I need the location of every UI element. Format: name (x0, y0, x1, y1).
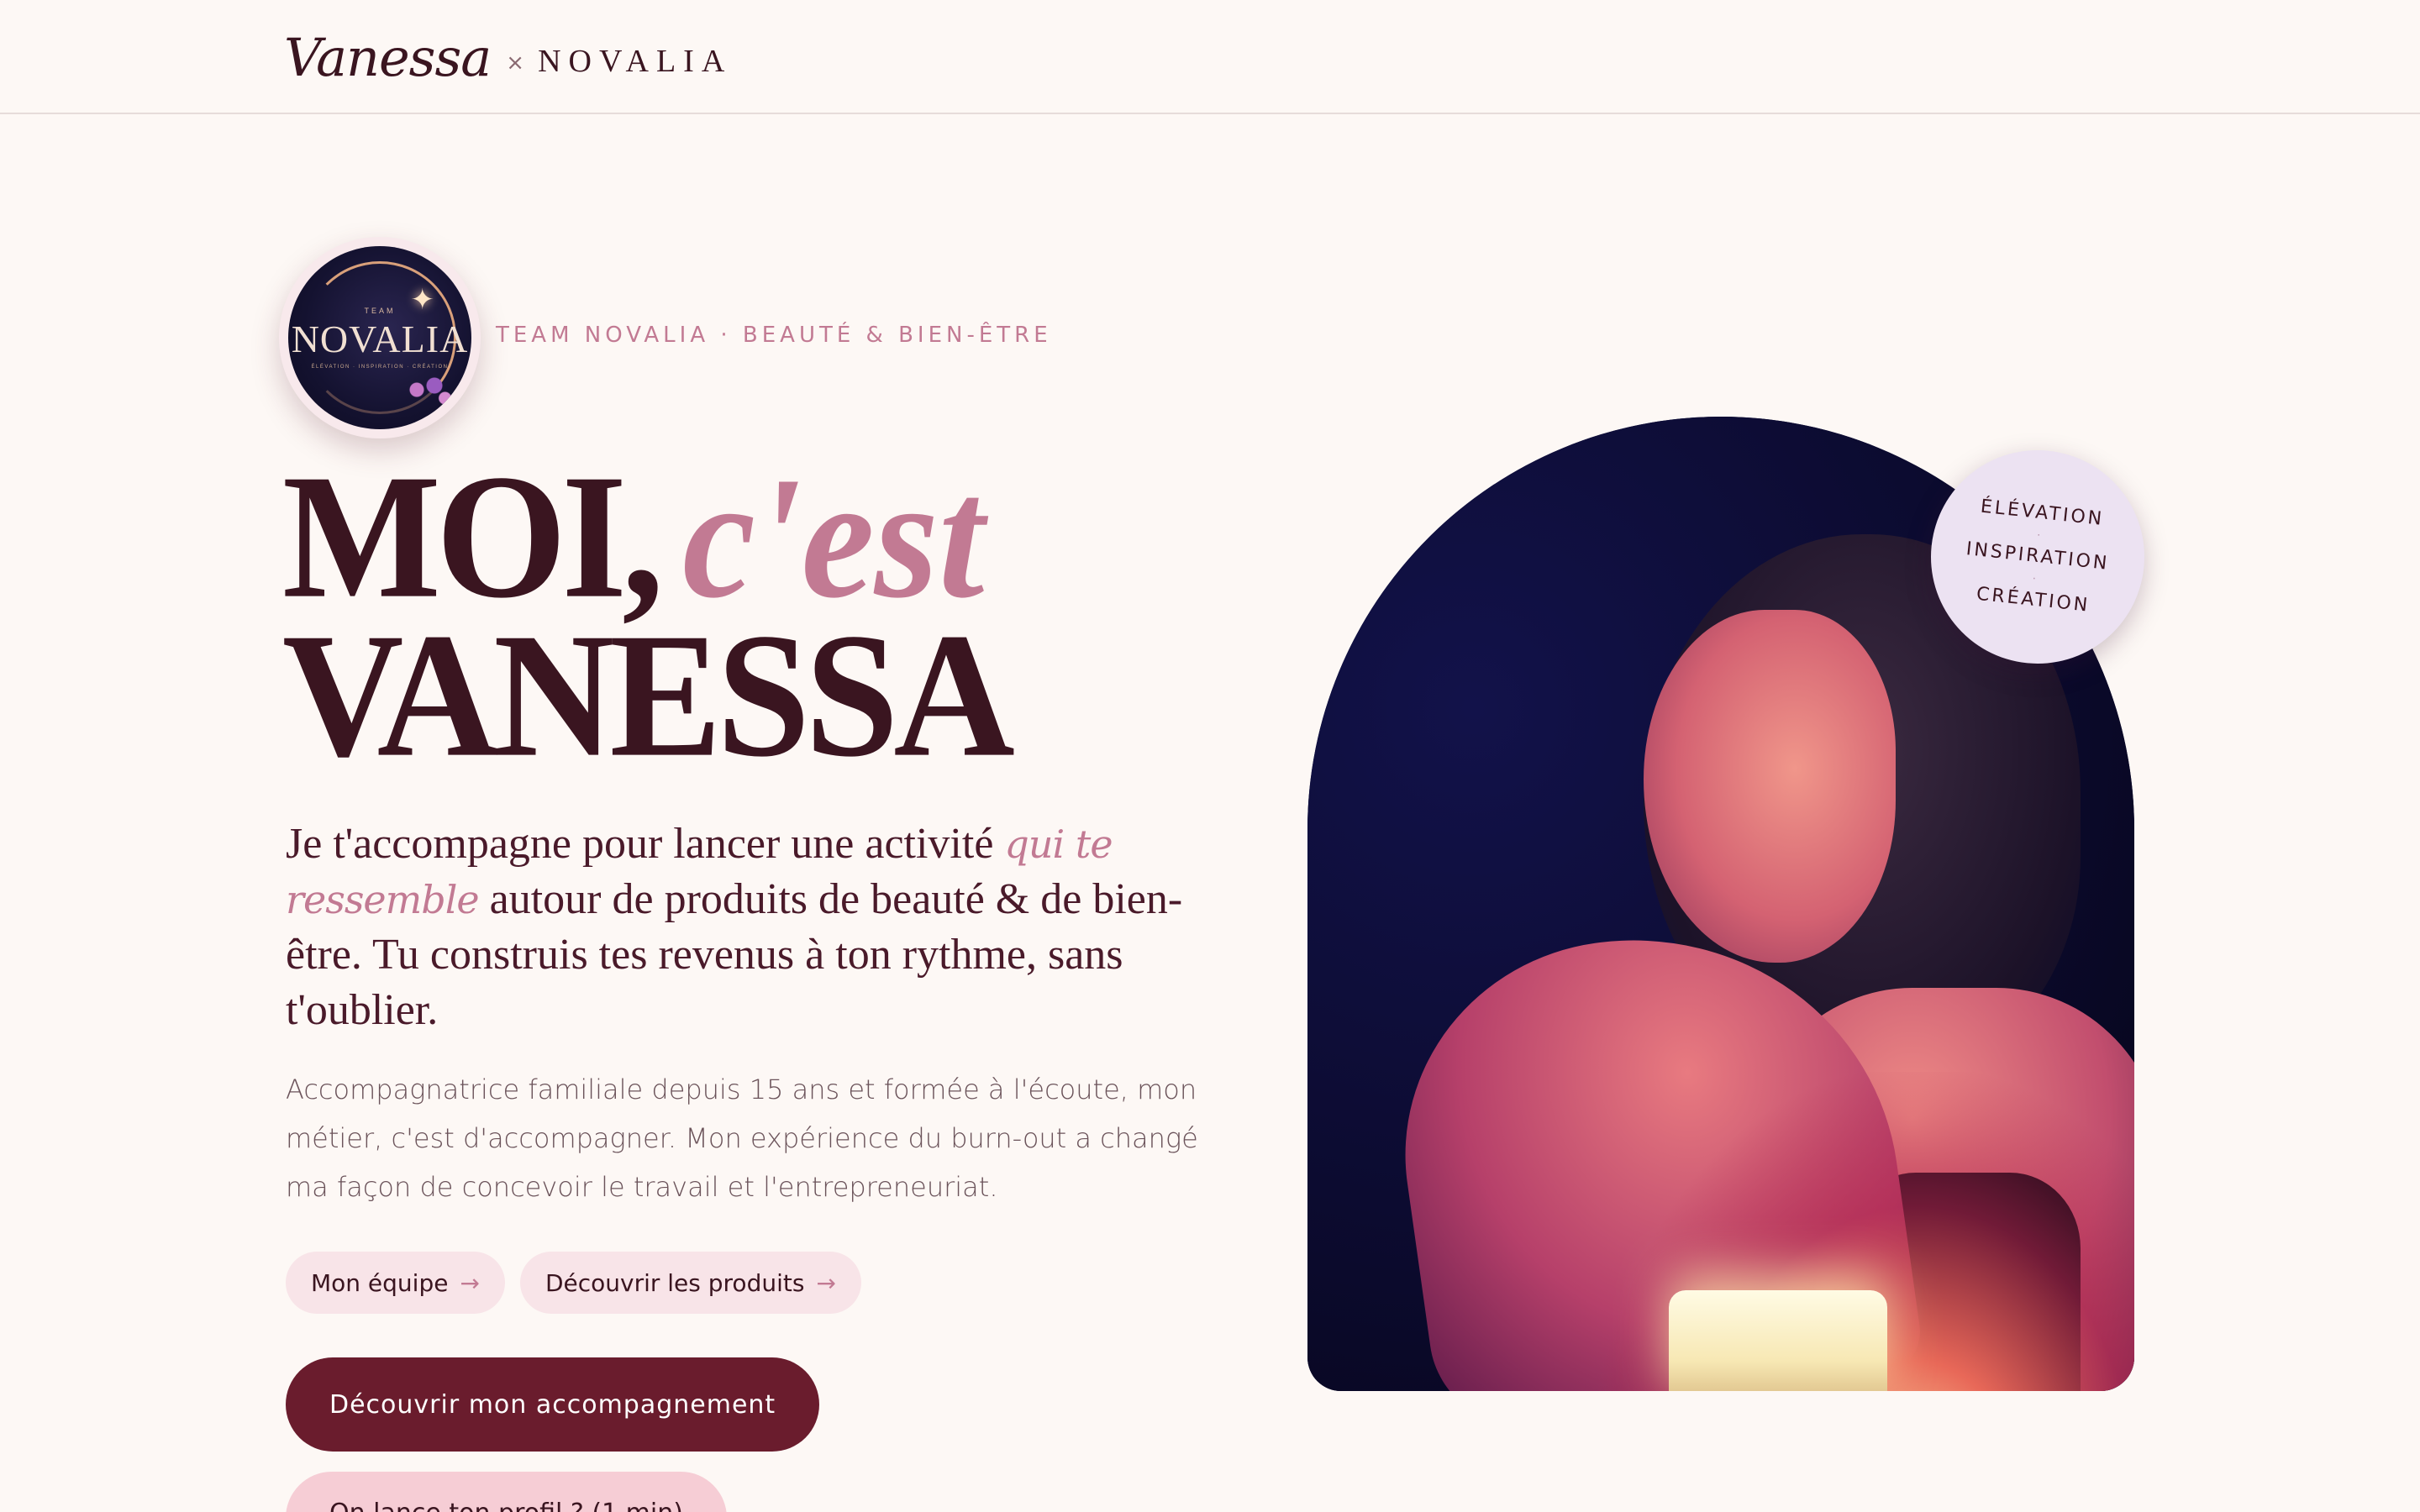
discover-coaching-button[interactable]: Découvrir mon accompagnement (286, 1357, 820, 1452)
hero-subtitle: Je t'accompagne pour lancer une activité… (286, 816, 1193, 1038)
novalia-logo-badge: ✦ TEAM NOVALIA ÉLÉVATION · INSPIRATION ·… (279, 237, 481, 438)
hero-eyebrow: TEAM NOVALIA · BEAUTÉ & BIEN-ÊTRE (496, 323, 1052, 348)
seal-creation: CRÉATION (1975, 583, 2091, 617)
site-header: Vanessa × NOVALIA (0, 0, 2420, 114)
seal-dot: · (2036, 528, 2044, 542)
discover-products-label: Découvrir les produits (544, 1268, 805, 1297)
seal-dot: · (2032, 572, 2039, 585)
flowers-icon (399, 369, 458, 411)
brand-wordmark: NOVALIA (538, 44, 733, 79)
hero-headline: MOI, c'est VANESSA (282, 448, 1291, 785)
candle (1669, 1290, 1887, 1391)
logo-team-text: TEAM (364, 306, 396, 315)
arrow-right-icon: → (816, 1268, 836, 1297)
logo-wordmark: NOVALIA (291, 317, 469, 360)
arrow-right-icon: → (460, 1268, 480, 1297)
discover-products-link[interactable]: Découvrir les produits → (519, 1252, 861, 1314)
my-team-label: Mon équipe (311, 1268, 449, 1297)
headline-vanessa: VANESSA (282, 596, 1015, 795)
my-team-link[interactable]: Mon équipe → (286, 1252, 505, 1314)
brand-script-name: Vanessa (284, 26, 492, 88)
novalia-logo: ✦ TEAM NOVALIA ÉLÉVATION · INSPIRATION ·… (288, 246, 471, 429)
subtitle-start: Je t'accompagne pour lancer une activité (286, 820, 994, 868)
hero-description: Accompagnatrice familiale depuis 15 ans … (286, 1074, 1198, 1203)
brand-separator: × (506, 50, 525, 76)
brand-logo-link[interactable]: Vanessa × NOVALIA (284, 15, 732, 99)
sparkle-icon: ✦ (410, 284, 435, 316)
launch-profile-button[interactable]: On lance ton profil ? (1 min) (286, 1472, 727, 1512)
hero-pill-links: Mon équipe → Découvrir les produits → (286, 1252, 861, 1314)
